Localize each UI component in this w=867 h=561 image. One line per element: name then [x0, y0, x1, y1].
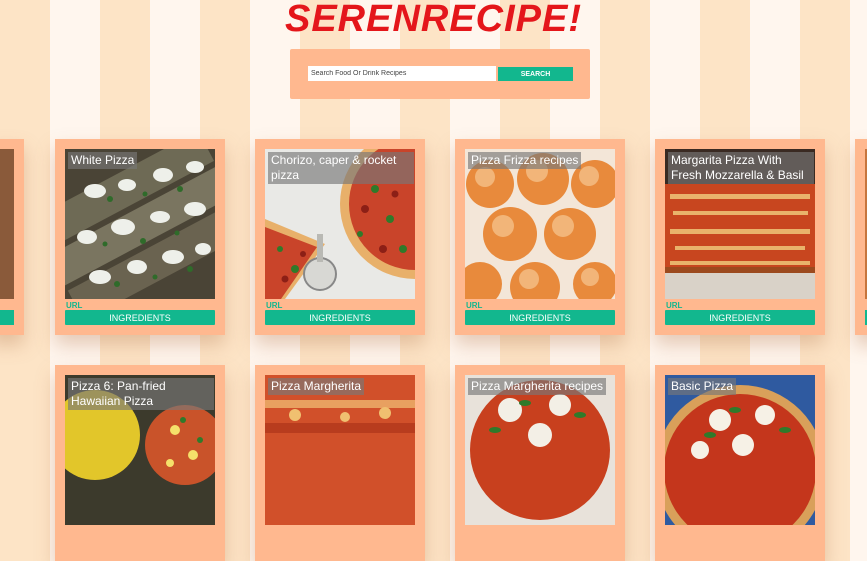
- recipe-card: Pizza Margherita: [255, 365, 425, 561]
- recipe-image[interactable]: [265, 375, 415, 525]
- recipe-title: Basic Pizza: [668, 378, 737, 395]
- recipe-url-link[interactable]: URL: [466, 301, 482, 310]
- ingredients-button[interactable]: INGREDIENTS: [665, 310, 815, 325]
- recipe-url-link[interactable]: URL: [66, 301, 82, 310]
- recipe-card: Margarita Pizza With Fresh Mozzarella & …: [655, 139, 825, 335]
- ingredients-button[interactable]: INGREDIENTS: [465, 310, 615, 325]
- recipe-card-partial-right: [855, 139, 867, 335]
- recipe-image[interactable]: [465, 375, 615, 525]
- recipe-title: Pizza Margherita: [268, 378, 365, 395]
- ingredients-button[interactable]: INGREDIENTS: [65, 310, 215, 325]
- recipe-image[interactable]: [665, 375, 815, 525]
- recipe-card: White Pizza URL INGREDIENTS: [55, 139, 225, 335]
- recipe-title: Margarita Pizza With Fresh Mozzarella & …: [668, 152, 814, 184]
- recipe-image: [0, 149, 14, 299]
- ingredients-button[interactable]: [0, 310, 14, 325]
- app-title: SERENRECIPE!: [284, 0, 583, 40]
- search-input[interactable]: [308, 66, 496, 81]
- search-panel: SEARCH: [290, 49, 590, 99]
- search-button[interactable]: SEARCH: [498, 67, 573, 81]
- recipe-card-partial-left: [0, 139, 24, 335]
- recipe-card: Pizza Frizza recipes URL INGREDIENTS: [455, 139, 625, 335]
- recipe-url-link[interactable]: URL: [266, 301, 282, 310]
- recipe-title: Pizza Margherita recipes: [468, 378, 607, 395]
- recipe-image[interactable]: [65, 149, 215, 299]
- recipe-card: Pizza Margherita recipes: [455, 365, 625, 561]
- recipe-title: White Pizza: [68, 152, 138, 169]
- recipe-title: Chorizo, caper & rocket pizza: [268, 152, 414, 184]
- recipe-url-link[interactable]: URL: [666, 301, 682, 310]
- recipe-title: Pizza Frizza recipes: [468, 152, 582, 169]
- ingredients-button[interactable]: INGREDIENTS: [265, 310, 415, 325]
- recipe-card: Basic Pizza: [655, 365, 825, 561]
- recipe-image[interactable]: [465, 149, 615, 299]
- recipe-card: Chorizo, caper & rocket pizza URL INGRED…: [255, 139, 425, 335]
- recipe-title: Pizza 6: Pan-fried Hawaiian Pizza: [68, 378, 214, 410]
- recipe-card: Pizza 6: Pan-fried Hawaiian Pizza: [55, 365, 225, 561]
